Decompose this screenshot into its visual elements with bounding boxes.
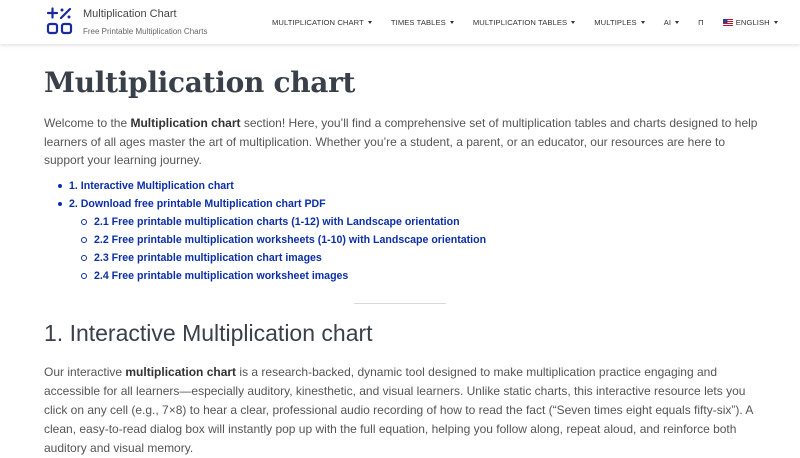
intro-text: Welcome to the: [44, 116, 131, 130]
nav-item-language[interactable]: ENGLISH: [722, 17, 778, 27]
nav-item-label: AI: [663, 17, 672, 27]
site-header: Multiplication Chart Free Printable Mult…: [0, 0, 800, 44]
toc-item: 2.4 Free printable multiplication worksh…: [44, 267, 486, 285]
nav-item-label: Π: [698, 17, 704, 27]
toc-link-worksheets-landscape[interactable]: 2.2 Free printable multiplication worksh…: [94, 234, 486, 246]
brand-subtitle: Free Printable Multiplication Charts: [83, 27, 208, 36]
section-body-bold-text: multiplication chart: [125, 365, 237, 379]
section-body-text: Our interactive: [44, 365, 126, 379]
section-divider: [354, 303, 446, 304]
intro-paragraph: Welcome to the Multiplication chart sect…: [44, 114, 760, 170]
section-title-interactive-chart: 1. Interactive Multiplication chart: [44, 320, 373, 346]
us-flag-icon: [722, 18, 733, 26]
toc-link-chart-images[interactable]: 2.3 Free printable multiplication chart …: [94, 252, 322, 264]
nav-item-times-tables[interactable]: TIMES TABLES: [391, 18, 454, 27]
caret-down-icon: [367, 20, 372, 24]
toc-item: 1. Interactive Multiplication chart: [44, 177, 486, 195]
nav-item-label: MULTIPLES: [594, 17, 637, 27]
toc-item: 2. Download free printable Multiplicatio…: [44, 195, 486, 213]
caret-down-icon: [640, 20, 645, 24]
toc-link-worksheet-images[interactable]: 2.4 Free printable multiplication worksh…: [94, 270, 348, 282]
toc-link-download-pdf[interactable]: 2. Download free printable Multiplicatio…: [69, 198, 326, 210]
toc-link-charts-landscape[interactable]: 2.1 Free printable multiplication charts…: [94, 216, 460, 228]
nav-item-pi[interactable]: Π: [698, 18, 704, 27]
section-body-paragraph: Our interactive multiplication chart is …: [44, 363, 760, 458]
nav-item-multiplication-chart[interactable]: MULTIPLICATION CHART: [272, 18, 372, 27]
intro-bold-text: Multiplication chart: [130, 116, 241, 130]
nav-item-ai[interactable]: AI: [663, 17, 680, 27]
caret-down-icon: [675, 20, 680, 24]
toc-item: 2.1 Free printable multiplication charts…: [44, 213, 486, 231]
caret-down-icon: [773, 20, 778, 24]
nav-item-multiples[interactable]: MULTIPLES: [594, 18, 645, 27]
nav-item-label: MULTIPLICATION TABLES: [472, 17, 568, 27]
page-title: Multiplication chart: [44, 66, 356, 99]
toc-item: 2.3 Free printable multiplication chart …: [44, 249, 486, 267]
toc-link-interactive-chart[interactable]: 1. Interactive Multiplication chart: [69, 180, 234, 192]
brand-title[interactable]: Multiplication Chart: [83, 8, 177, 20]
toc-item: 2.2 Free printable multiplication worksh…: [44, 231, 486, 249]
main-nav: MULTIPLICATION CHART TIMES TABLES MULTIP…: [272, 16, 778, 28]
caret-down-icon: [449, 20, 454, 24]
caret-down-icon: [571, 20, 576, 24]
nav-item-label: TIMES TABLES: [390, 17, 446, 27]
nav-item-label: ENGLISH: [735, 17, 770, 27]
nav-item-label: MULTIPLICATION CHART: [272, 17, 364, 27]
nav-item-multiplication-tables[interactable]: MULTIPLICATION TABLES: [472, 17, 576, 27]
percent-grid-logo-icon[interactable]: [46, 7, 74, 35]
table-of-contents: 1. Interactive Multiplication chart 2. D…: [44, 177, 486, 285]
